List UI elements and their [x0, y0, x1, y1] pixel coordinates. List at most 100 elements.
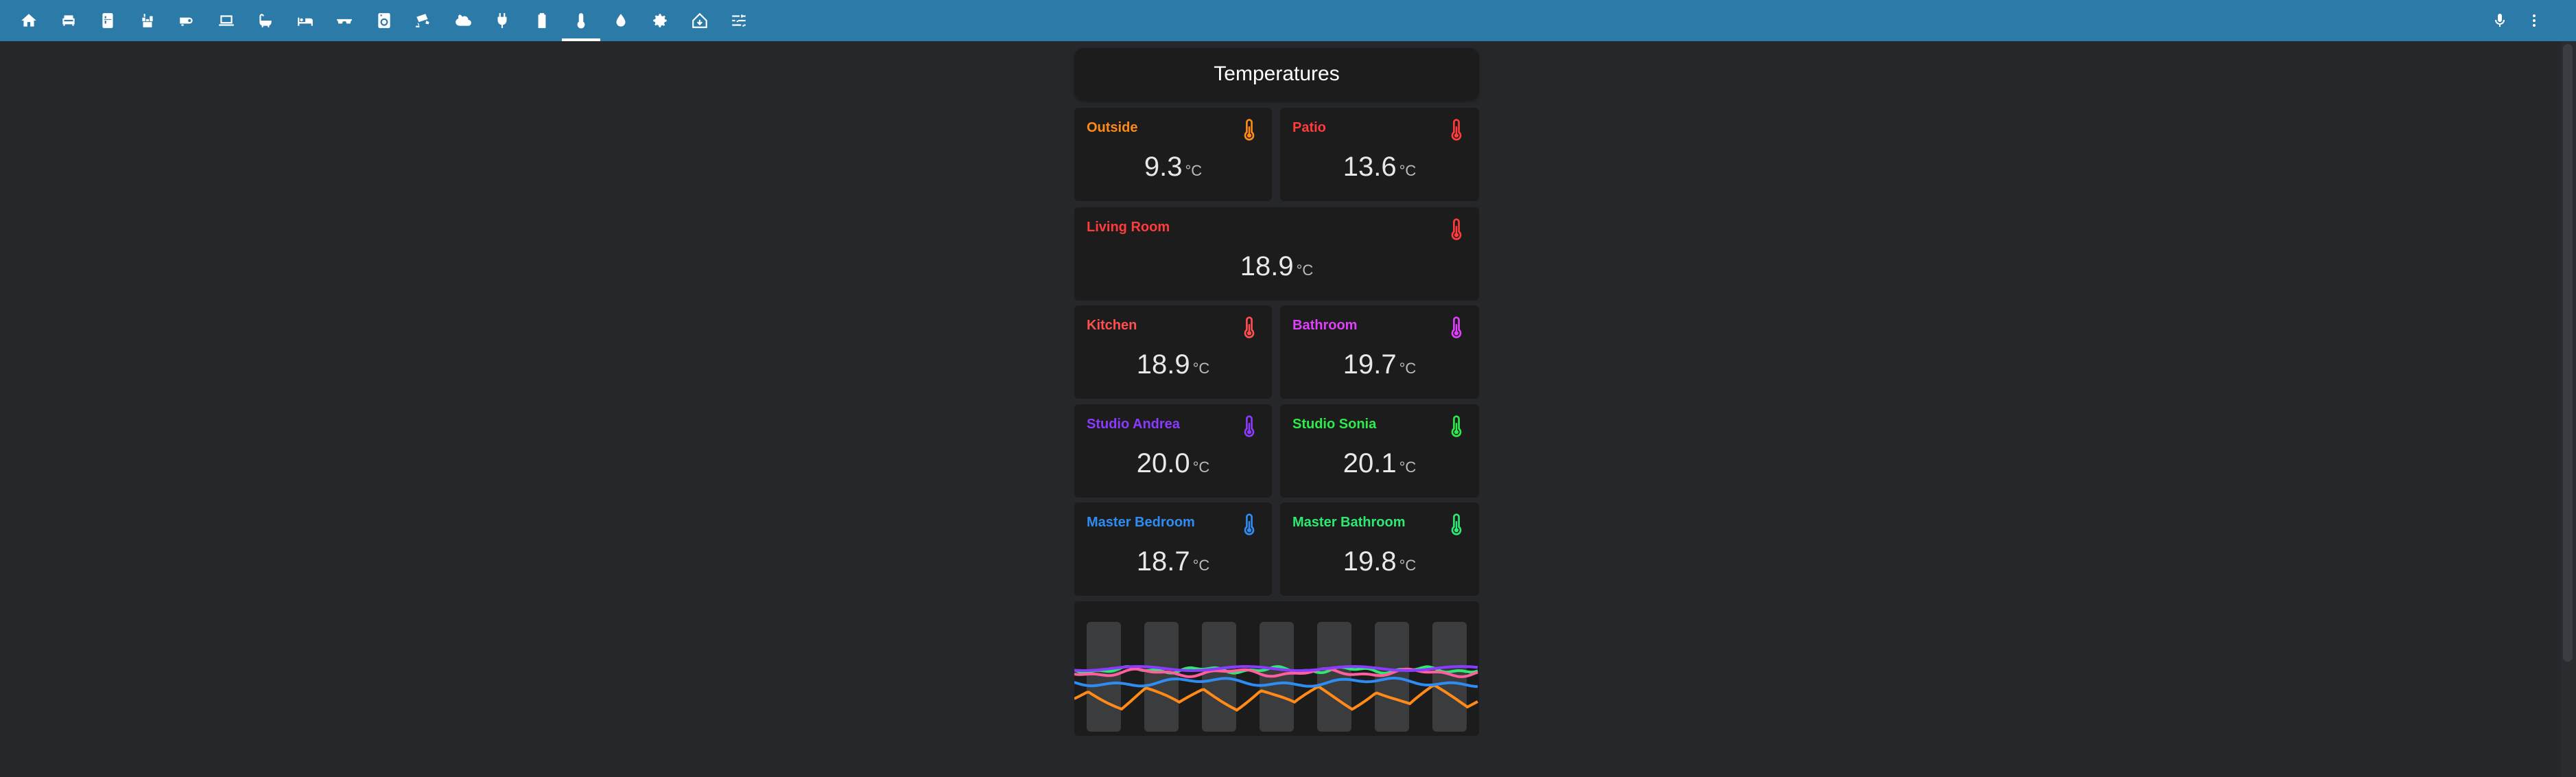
sensor-reading: 20.1 °C [1280, 448, 1479, 479]
temperature-value: 13.6 [1343, 152, 1397, 182]
tab-battery[interactable] [523, 0, 561, 41]
sensor-name: Outside [1087, 120, 1138, 135]
home-icon [21, 14, 36, 27]
night-band [1087, 622, 1121, 732]
tab-water[interactable] [602, 0, 640, 41]
graph-canvas [1074, 622, 1478, 732]
sensor-name: Patio [1292, 120, 1326, 135]
sensor-card-master-bedroom[interactable]: Master Bedroom 18.7 °C [1074, 502, 1272, 596]
thermometer-icon [1239, 414, 1260, 439]
temperature-unit: °C [1399, 162, 1417, 179]
projector-icon [180, 17, 193, 26]
sensor-name: Studio Sonia [1292, 417, 1377, 432]
top-toolbar [0, 0, 2576, 41]
bed-icon [297, 17, 313, 26]
sensor-card-outside[interactable]: Outside 9.3 °C [1074, 108, 1272, 201]
section-title: Temperatures [1074, 48, 1479, 100]
weather-icon [455, 14, 471, 26]
tab-home-assistant[interactable] [681, 0, 719, 41]
temperature-value: 19.8 [1343, 546, 1397, 577]
tab-weather[interactable] [444, 0, 482, 41]
sensor-reading: 19.7 °C [1280, 349, 1479, 380]
sensor-card-studio-andrea[interactable]: Studio Andrea 20.0 °C [1074, 404, 1272, 498]
sensor-card-patio[interactable]: Patio 13.6 °C [1280, 108, 1479, 201]
tab-glasses[interactable] [325, 0, 364, 41]
microphone-icon[interactable] [2485, 0, 2515, 41]
fridge-icon [102, 13, 113, 28]
tab-controls[interactable] [720, 0, 758, 41]
sensor-card-living-room[interactable]: Living Room 18.9 °C [1074, 207, 1479, 301]
tab-security[interactable] [404, 0, 442, 41]
sensor-reading: 18.7 °C [1074, 546, 1272, 577]
sensor-name: Bathroom [1292, 318, 1358, 333]
sensor-name: Kitchen [1087, 318, 1137, 333]
tab-temperatures[interactable] [562, 0, 600, 41]
sofa-icon [62, 15, 75, 26]
plug-icon [497, 13, 507, 28]
temperature-unit: °C [1399, 360, 1417, 377]
temperature-value: 18.9 [1240, 251, 1294, 281]
home-assistant-icon [692, 12, 707, 28]
sensor-name: Master Bedroom [1087, 515, 1195, 530]
night-band [1144, 622, 1179, 732]
sensor-card-bathroom[interactable]: Bathroom 19.7 °C [1280, 305, 1479, 399]
temperature-value: 18.9 [1136, 349, 1190, 380]
sensor-reading: 9.3 °C [1074, 152, 1272, 183]
thermometer-icon [1446, 217, 1467, 242]
tab-bath[interactable] [246, 0, 285, 41]
glasses-icon [337, 19, 352, 24]
washing-machine-icon [377, 13, 390, 28]
temperature-value: 20.0 [1136, 448, 1190, 478]
thermometer-icon [1446, 315, 1467, 340]
sensor-name: Master Bathroom [1292, 515, 1406, 530]
sliders-icon [732, 14, 746, 27]
page-title: Temperatures [1214, 62, 1340, 85]
gear-icon [653, 14, 667, 27]
tab-power[interactable] [483, 0, 521, 41]
temperature-unit: °C [1296, 262, 1314, 279]
temperature-unit: °C [1399, 459, 1417, 476]
tab-settings[interactable] [641, 0, 679, 41]
tab-washer[interactable] [365, 0, 403, 41]
laptop-icon [218, 15, 234, 26]
tab-kitchen[interactable] [128, 0, 167, 41]
thermometer-icon [1239, 117, 1260, 142]
temperature-value: 9.3 [1144, 152, 1183, 182]
bathtub-icon [259, 14, 272, 27]
battery-icon [538, 13, 545, 28]
tab-fridge[interactable] [88, 0, 127, 41]
night-band [1317, 622, 1351, 732]
tab-projector[interactable] [167, 0, 206, 41]
stove-icon [141, 14, 153, 27]
cctv-icon [416, 14, 429, 27]
thermometer-icon [1446, 414, 1467, 439]
tab-bedroom[interactable] [286, 0, 324, 41]
sensor-reading: 18.9 °C [1074, 251, 1479, 282]
thermometer-icon [1446, 512, 1467, 537]
thermometer-icon [1239, 315, 1260, 340]
dots-vertical-icon[interactable] [2519, 0, 2549, 41]
sensor-card-studio-sonia[interactable]: Studio Sonia 20.1 °C [1280, 404, 1479, 498]
tab-living[interactable] [49, 0, 88, 41]
thermometer-icon [1446, 117, 1467, 142]
sensor-reading: 19.8 °C [1280, 546, 1479, 577]
sensor-card-kitchen[interactable]: Kitchen 18.9 °C [1074, 305, 1272, 399]
temperature-unit: °C [1192, 360, 1210, 377]
temperature-value: 20.1 [1343, 448, 1397, 478]
temperature-unit: °C [1185, 162, 1203, 179]
sensor-reading: 18.9 °C [1074, 349, 1272, 380]
temperature-unit: °C [1192, 557, 1210, 574]
thermometer-icon [1239, 512, 1260, 537]
night-band [1202, 622, 1236, 732]
sensor-reading: 13.6 °C [1280, 152, 1479, 183]
scrollbar-thumb[interactable] [2563, 44, 2573, 662]
sensor-card-master-bathroom[interactable]: Master Bathroom 19.8 °C [1280, 502, 1479, 596]
temperature-value: 18.7 [1136, 546, 1190, 577]
temperature-unit: °C [1192, 459, 1210, 476]
tab-home[interactable] [10, 0, 48, 41]
sensor-name: Studio Andrea [1087, 417, 1180, 432]
tab-computer[interactable] [207, 0, 246, 41]
thermometer-icon [577, 13, 585, 29]
temperature-history-graph[interactable] [1074, 601, 1479, 736]
sensor-reading: 20.0 °C [1074, 448, 1272, 479]
